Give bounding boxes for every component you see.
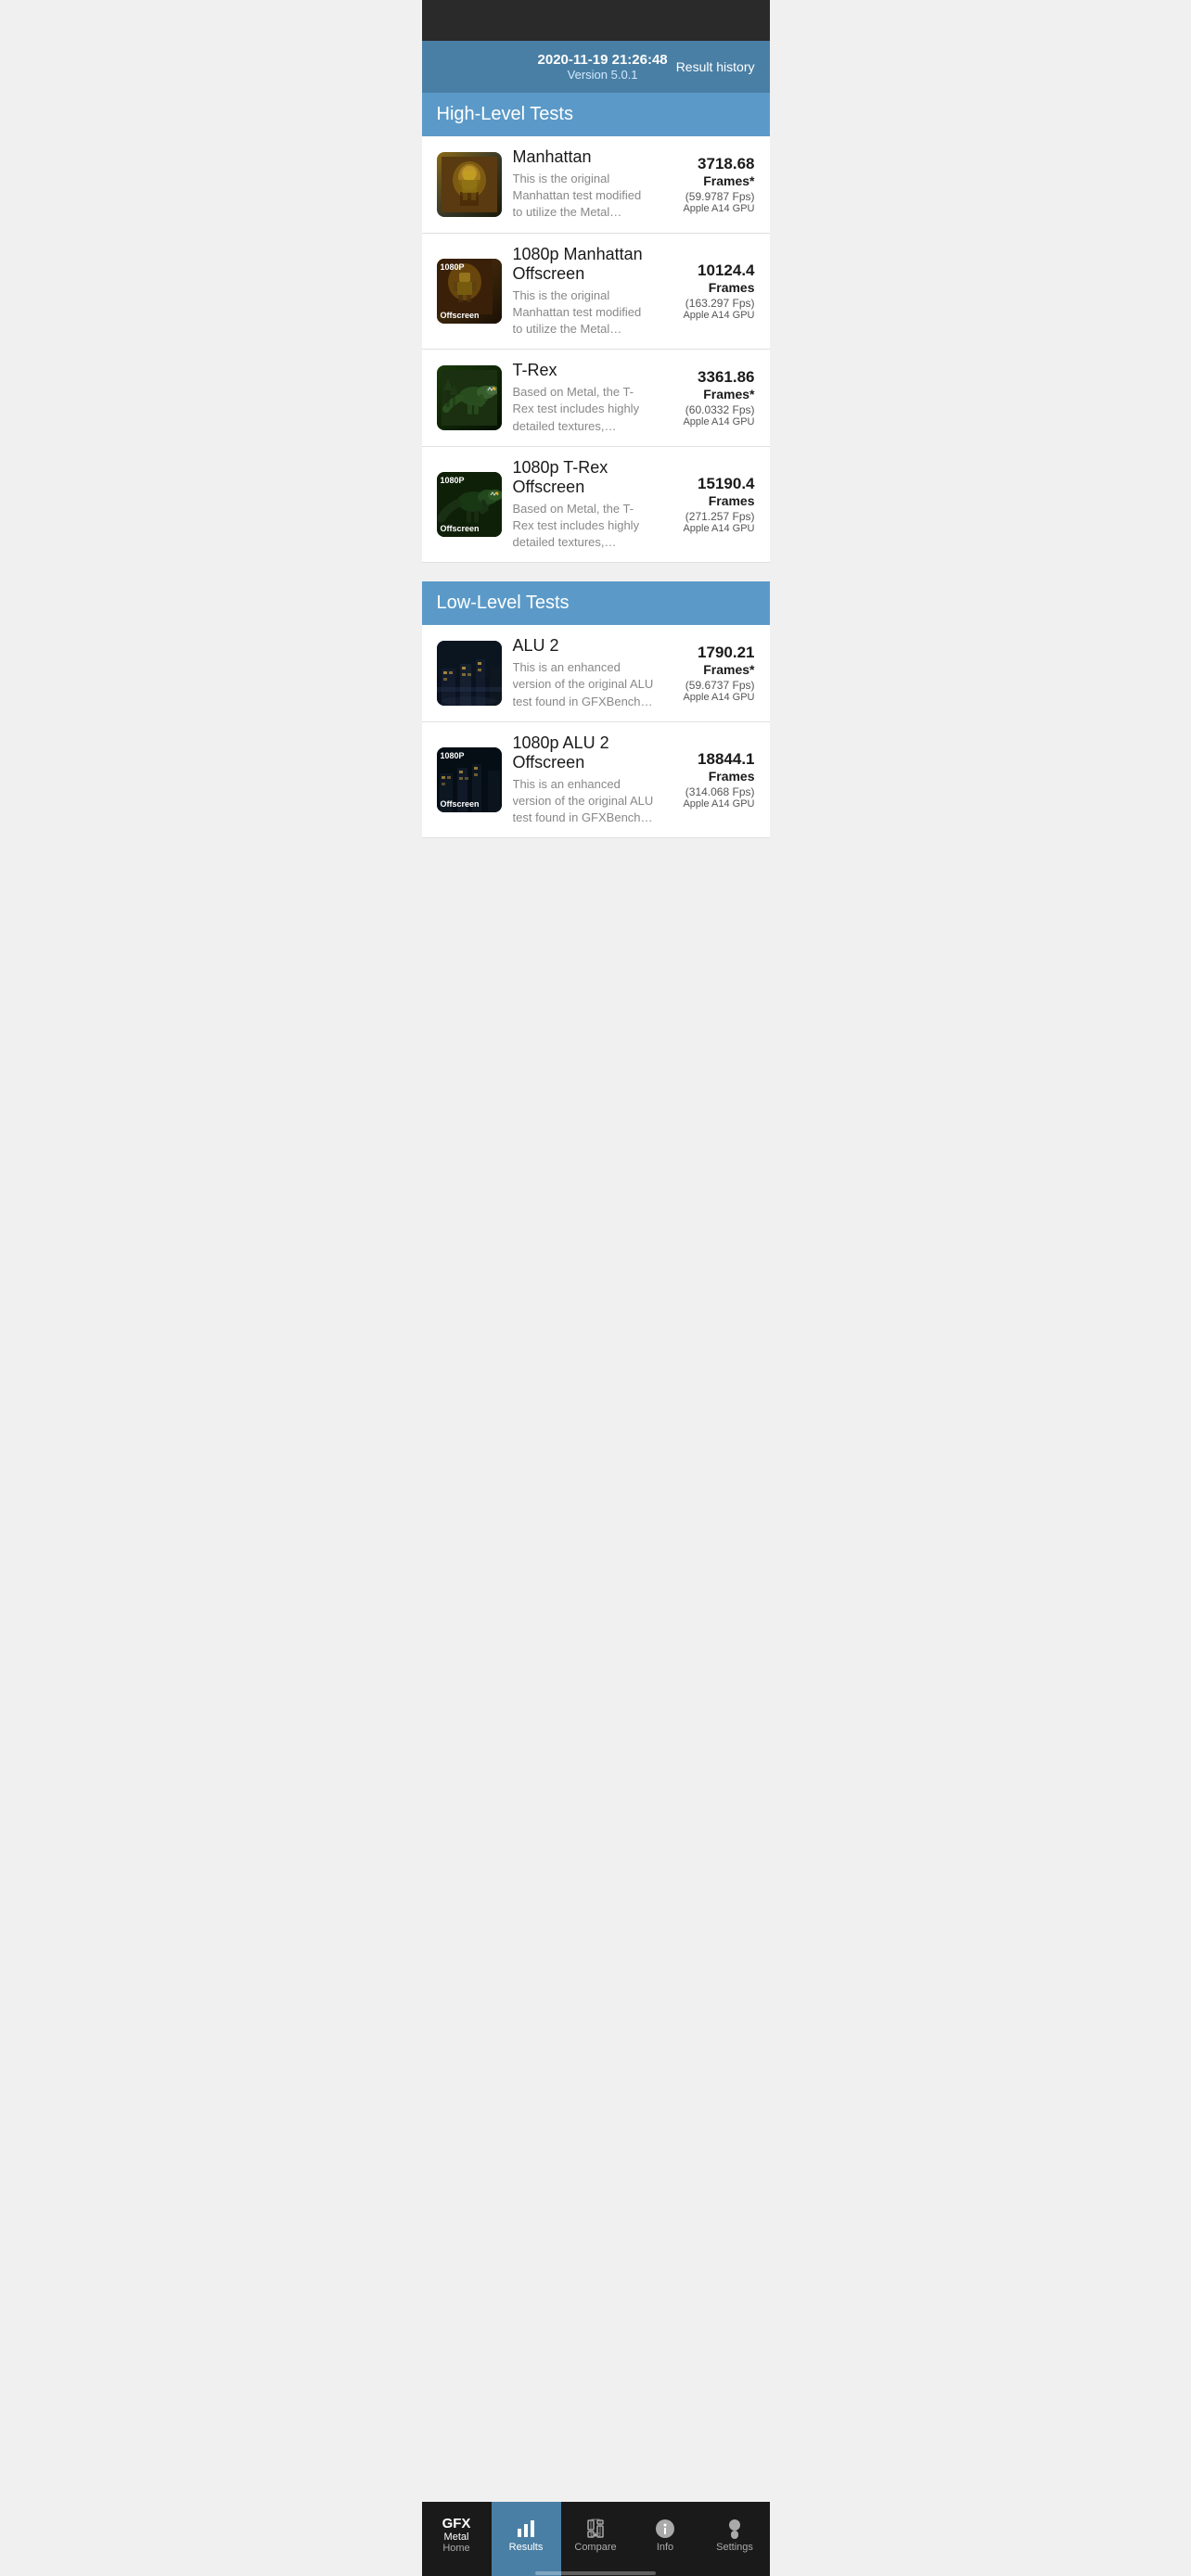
- test-info-trex: T-Rex Based on Metal, the T-Rex test inc…: [513, 361, 655, 435]
- test-thumb-trex: [437, 365, 502, 430]
- test-item-alu2[interactable]: ALU 2 This is an enhanced version of the…: [422, 625, 770, 722]
- score-gpu-trex: Apple A14 GPU: [662, 416, 755, 427]
- test-score-trex-1080p: 15190.4 Frames (271.257 Fps) Apple A14 G…: [662, 475, 755, 534]
- test-score-alu2-1080p: 18844.1 Frames (314.068 Fps) Apple A14 G…: [662, 750, 755, 810]
- score-unit-alu2-1080p: Frames: [709, 769, 755, 784]
- test-thumb-trex-1080p: 1080P Offscreen: [437, 472, 502, 537]
- settings-icon: [724, 2518, 746, 2540]
- metal-text: Metal: [444, 2531, 469, 2543]
- test-desc-manhattan: This is the original Manhattan test modi…: [513, 171, 655, 222]
- test-thumb-alu2: [437, 641, 502, 706]
- nav-label-home: Home: [442, 2543, 469, 2554]
- score-unit-alu2: Frames*: [703, 662, 754, 677]
- test-info-alu2: ALU 2 This is an enhanced version of the…: [513, 636, 655, 710]
- test-item-manhattan[interactable]: Manhattan This is the original Manhattan…: [422, 136, 770, 234]
- test-name-manhattan-1080p: 1080p Manhattan Offscreen: [513, 245, 655, 284]
- score-gpu-alu2-1080p: Apple A14 GPU: [662, 798, 755, 810]
- test-score-manhattan: 3718.68 Frames* (59.9787 Fps) Apple A14 …: [662, 155, 755, 214]
- home-indicator: [422, 2572, 770, 2576]
- test-score-manhattan-1080p: 10124.4 Frames (163.297 Fps) Apple A14 G…: [662, 261, 755, 321]
- header-center: 2020-11-19 21:26:48 Version 5.0.1: [530, 52, 676, 82]
- test-score-alu2: 1790.21 Frames* (59.6737 Fps) Apple A14 …: [662, 644, 755, 703]
- nav-label-info: Info: [657, 2542, 673, 2553]
- low-level-test-list: ALU 2 This is an enhanced version of the…: [422, 625, 770, 838]
- bottom-padding: [422, 838, 770, 922]
- test-score-trex: 3361.86 Frames* (60.0332 Fps) Apple A14 …: [662, 368, 755, 427]
- score-fps-trex: (60.0332 Fps): [662, 403, 755, 416]
- score-fps-alu2: (59.6737 Fps): [662, 679, 755, 692]
- score-value-alu2-1080p: 18844.1: [662, 750, 755, 769]
- header: 2020-11-19 21:26:48 Version 5.0.1 Result…: [422, 41, 770, 93]
- test-info-trex-1080p: 1080p T-Rex Offscreen Based on Metal, th…: [513, 458, 655, 552]
- manhattan-thumbnail: [437, 152, 502, 217]
- test-thumb-manhattan: [437, 152, 502, 217]
- score-value-alu2: 1790.21: [662, 644, 755, 662]
- score-value-trex-1080p: 15190.4: [662, 475, 755, 493]
- test-name-trex-1080p: 1080p T-Rex Offscreen: [513, 458, 655, 497]
- test-info-manhattan: Manhattan This is the original Manhattan…: [513, 147, 655, 222]
- home-gfx-logo: GFX Metal: [442, 2517, 471, 2544]
- low-level-section-header: Low-Level Tests: [422, 581, 770, 625]
- trex-thumbnail: [437, 365, 502, 430]
- nav-item-home[interactable]: GFX Metal Home: [422, 2502, 492, 2576]
- score-unit-manhattan: Frames*: [703, 173, 754, 188]
- test-info-manhattan-1080p: 1080p Manhattan Offscreen This is the or…: [513, 245, 655, 338]
- results-icon: [515, 2518, 537, 2540]
- header-datetime: 2020-11-19 21:26:48: [530, 52, 676, 68]
- test-desc-manhattan-1080p: This is the original Manhattan test modi…: [513, 287, 655, 338]
- test-name-trex: T-Rex: [513, 361, 655, 380]
- bottom-navigation: GFX Metal Home Results Compare: [422, 2502, 770, 2576]
- header-version: Version 5.0.1: [530, 68, 676, 82]
- test-item-trex[interactable]: T-Rex Based on Metal, the T-Rex test inc…: [422, 350, 770, 447]
- test-item-alu2-1080p[interactable]: 1080P Offscreen 1080p ALU 2 Offscreen Th…: [422, 722, 770, 839]
- score-gpu-alu2: Apple A14 GPU: [662, 692, 755, 703]
- info-icon: [654, 2518, 676, 2540]
- test-name-alu2: ALU 2: [513, 636, 655, 656]
- manhattan-1080p-thumbnail: 1080P Offscreen: [437, 259, 502, 324]
- nav-label-settings: Settings: [716, 2542, 753, 2553]
- test-item-manhattan-1080p[interactable]: 1080P Offscreen 1080p Manhattan Offscree…: [422, 234, 770, 351]
- score-fps-trex-1080p: (271.257 Fps): [662, 510, 755, 523]
- nav-label-results: Results: [509, 2542, 544, 2553]
- high-level-section-title: High-Level Tests: [437, 104, 755, 125]
- low-level-section-title: Low-Level Tests: [437, 593, 755, 614]
- score-gpu-trex-1080p: Apple A14 GPU: [662, 523, 755, 534]
- test-name-alu2-1080p: 1080p ALU 2 Offscreen: [513, 733, 655, 772]
- gfx-text: GFX: [442, 2517, 471, 2532]
- high-level-section-header: High-Level Tests: [422, 93, 770, 136]
- test-desc-trex-1080p: Based on Metal, the T-Rex test includes …: [513, 501, 655, 552]
- score-fps-manhattan-1080p: (163.297 Fps): [662, 297, 755, 310]
- nav-item-info[interactable]: Info: [631, 2502, 700, 2576]
- test-thumb-manhattan-1080p: 1080P Offscreen: [437, 259, 502, 324]
- score-unit-trex: Frames*: [703, 387, 754, 402]
- nav-item-results[interactable]: Results: [492, 2502, 561, 2576]
- test-desc-trex: Based on Metal, the T-Rex test includes …: [513, 384, 655, 435]
- high-level-test-list: Manhattan This is the original Manhattan…: [422, 136, 770, 563]
- test-name-manhattan: Manhattan: [513, 147, 655, 167]
- score-value-trex: 3361.86: [662, 368, 755, 387]
- nav-item-settings[interactable]: Settings: [700, 2502, 770, 2576]
- section-spacer: [422, 563, 770, 581]
- score-value-manhattan-1080p: 10124.4: [662, 261, 755, 280]
- score-value-manhattan: 3718.68: [662, 155, 755, 173]
- score-gpu-manhattan-1080p: Apple A14 GPU: [662, 310, 755, 321]
- test-desc-alu2: This is an enhanced version of the origi…: [513, 659, 655, 710]
- test-thumb-alu2-1080p: 1080P Offscreen: [437, 747, 502, 812]
- compare-icon: [584, 2518, 607, 2540]
- test-desc-alu2-1080p: This is an enhanced version of the origi…: [513, 776, 655, 827]
- score-unit-trex-1080p: Frames: [709, 493, 755, 508]
- home-bar: [535, 2571, 656, 2575]
- test-info-alu2-1080p: 1080p ALU 2 Offscreen This is an enhance…: [513, 733, 655, 827]
- nav-label-compare: Compare: [574, 2542, 616, 2553]
- score-unit-manhattan-1080p: Frames: [709, 280, 755, 295]
- score-fps-alu2-1080p: (314.068 Fps): [662, 785, 755, 798]
- score-fps-manhattan: (59.9787 Fps): [662, 190, 755, 203]
- result-history-button[interactable]: Result history: [676, 59, 755, 74]
- nav-item-compare[interactable]: Compare: [561, 2502, 631, 2576]
- score-gpu-manhattan: Apple A14 GPU: [662, 203, 755, 214]
- test-item-trex-1080p[interactable]: 1080P Offscreen 1080p T-Rex Offscreen Ba…: [422, 447, 770, 564]
- status-bar: [422, 0, 770, 41]
